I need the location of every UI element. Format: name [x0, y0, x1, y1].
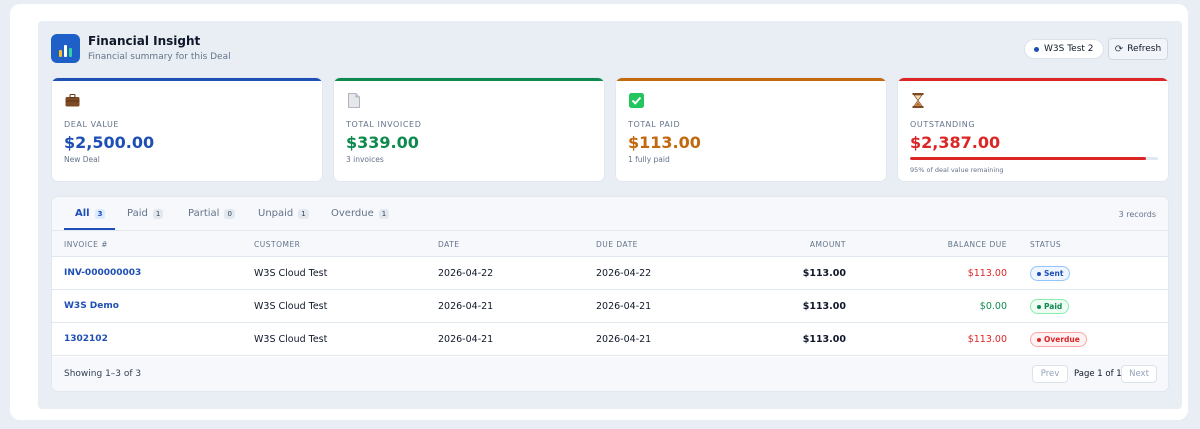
card-accent-bar: [52, 78, 322, 81]
status-label: Sent: [1044, 269, 1064, 278]
column-header: BALANCE DUE: [947, 240, 1007, 249]
card-sub: 3 invoices: [346, 155, 384, 164]
card-value: $339.00: [346, 133, 419, 152]
card-accent-bar: [334, 78, 604, 81]
tab-count-badge: 3: [94, 209, 106, 219]
table-row[interactable]: INV-000000003 W3S Cloud Test 2026-04-22 …: [52, 257, 1168, 290]
chart-icon: [51, 34, 80, 63]
refresh-label: Refresh: [1127, 44, 1162, 54]
card-deal-value: DEAL VALUE $2,500.00 New Deal: [51, 77, 323, 182]
tab-count-badge: 0: [224, 209, 235, 219]
refresh-icon: ⟳: [1114, 43, 1124, 55]
prev-page-button[interactable]: Prev: [1032, 365, 1068, 383]
status-label: Paid: [1044, 302, 1063, 311]
column-header: CUSTOMER: [254, 240, 301, 249]
column-header: INVOICE #: [64, 240, 109, 249]
card-sub: New Deal: [64, 155, 100, 164]
customer-cell: W3S Cloud Test: [254, 268, 328, 279]
amount-cell: $113.00: [802, 334, 846, 345]
amount-cell: $113.00: [802, 268, 846, 279]
table-header: INVOICE # CUSTOMER DATE DUE DATE AMOUNT …: [52, 231, 1168, 257]
tab-paid[interactable]: Paid 1: [127, 208, 164, 228]
tab-partial[interactable]: Partial 0: [188, 208, 235, 228]
column-header: DUE DATE: [596, 240, 638, 249]
card-sub: 1 fully paid: [628, 155, 670, 164]
page-subtitle: Financial summary for this Deal: [88, 52, 231, 62]
due-date-cell: 2026-04-21: [596, 301, 652, 312]
status-dot-icon: [1037, 271, 1041, 276]
card-outstanding: OUTSTANDING $2,387.00 95% of deal value …: [897, 77, 1169, 182]
column-header: STATUS: [1030, 240, 1062, 249]
date-cell: 2026-04-21: [438, 301, 494, 312]
status-badge: Paid: [1030, 299, 1070, 314]
card-label: OUTSTANDING: [910, 120, 976, 129]
tab-label: Partial: [188, 208, 220, 219]
tab-count-badge: 1: [152, 209, 164, 219]
balance-cell: $113.00: [967, 334, 1007, 345]
card-value: $2,387.00: [910, 133, 1001, 152]
page-info: Page 1 of 1: [1074, 369, 1122, 379]
card-label: TOTAL INVOICED: [346, 120, 422, 129]
briefcase-icon: [64, 92, 80, 108]
due-date-cell: 2026-04-21: [596, 334, 652, 345]
status-label: Overdue: [1044, 335, 1080, 344]
status-dot-icon: [1037, 337, 1041, 342]
outstanding-progress-bar: [910, 157, 1158, 160]
status-tabs: All 3 Paid 1 Partial 0 Unpaid 1 Overdue: [52, 197, 1168, 231]
outstanding-progress-fill: [910, 157, 1146, 160]
tab-count-badge: 1: [378, 209, 390, 219]
customer-cell: W3S Cloud Test: [254, 334, 328, 345]
refresh-button[interactable]: ⟳ Refresh: [1108, 38, 1168, 60]
invoice-table-card: All 3 Paid 1 Partial 0 Unpaid 1 Overdue: [51, 196, 1169, 392]
balance-cell: $113.00: [967, 268, 1007, 279]
tab-count-badge: 1: [298, 209, 309, 219]
invoice-link[interactable]: 1302102: [64, 334, 108, 344]
status-dot-icon: [1034, 46, 1039, 52]
card-accent-bar: [898, 78, 1168, 81]
column-header: AMOUNT: [809, 240, 846, 249]
card-accent-bar: [616, 78, 886, 81]
page-title: Financial Insight: [88, 34, 201, 48]
card-total-paid: TOTAL PAID $113.00 1 fully paid: [615, 77, 887, 182]
next-page-button[interactable]: Next: [1121, 365, 1157, 383]
table-footer: Showing 1–3 of 3 Prev Page 1 of 1 Next: [52, 357, 1168, 391]
table-row[interactable]: 1302102 W3S Cloud Test 2026-04-21 2026-0…: [52, 323, 1168, 356]
card-sub: 95% of deal value remaining: [910, 166, 1004, 174]
status-dot-icon: [1037, 304, 1041, 309]
status-badge: Sent: [1030, 266, 1071, 281]
card-value: $113.00: [628, 133, 701, 152]
hourglass-icon: [910, 92, 926, 108]
amount-cell: $113.00: [802, 301, 846, 312]
tab-overdue[interactable]: Overdue 1: [331, 208, 390, 228]
card-value: $2,500.00: [64, 133, 155, 152]
tab-label: Overdue: [331, 208, 374, 219]
app-frame: Financial Insight Financial summary for …: [10, 4, 1188, 420]
invoice-link[interactable]: INV-000000003: [64, 268, 141, 278]
status-badge: Overdue: [1030, 332, 1087, 347]
due-date-cell: 2026-04-22: [596, 268, 652, 279]
active-tab-indicator: [64, 228, 115, 230]
tab-unpaid[interactable]: Unpaid 1: [258, 208, 309, 228]
pagination-summary: Showing 1–3 of 3: [64, 369, 142, 379]
date-cell: 2026-04-21: [438, 334, 494, 345]
invoice-link[interactable]: W3S Demo: [64, 301, 119, 311]
tab-label: Paid: [127, 208, 148, 219]
card-label: TOTAL PAID: [628, 120, 681, 129]
deal-pill-label: W3S Test 2: [1044, 44, 1094, 54]
balance-cell: $0.00: [979, 301, 1007, 312]
date-cell: 2026-04-22: [438, 268, 494, 279]
check-icon: [628, 92, 644, 108]
tab-label: All: [75, 208, 90, 219]
records-count: 3 records: [1118, 210, 1156, 219]
deal-pill[interactable]: W3S Test 2: [1024, 39, 1104, 59]
column-header: DATE: [438, 240, 460, 249]
table-row[interactable]: W3S Demo W3S Cloud Test 2026-04-21 2026-…: [52, 290, 1168, 323]
card-total-invoiced: TOTAL INVOICED $339.00 3 invoices: [333, 77, 605, 182]
card-label: DEAL VALUE: [64, 120, 120, 129]
customer-cell: W3S Cloud Test: [254, 301, 328, 312]
tab-all[interactable]: All 3: [75, 208, 106, 228]
tab-label: Unpaid: [258, 208, 294, 219]
financial-insight-panel: Financial Insight Financial summary for …: [38, 21, 1182, 409]
document-icon: [346, 92, 362, 108]
